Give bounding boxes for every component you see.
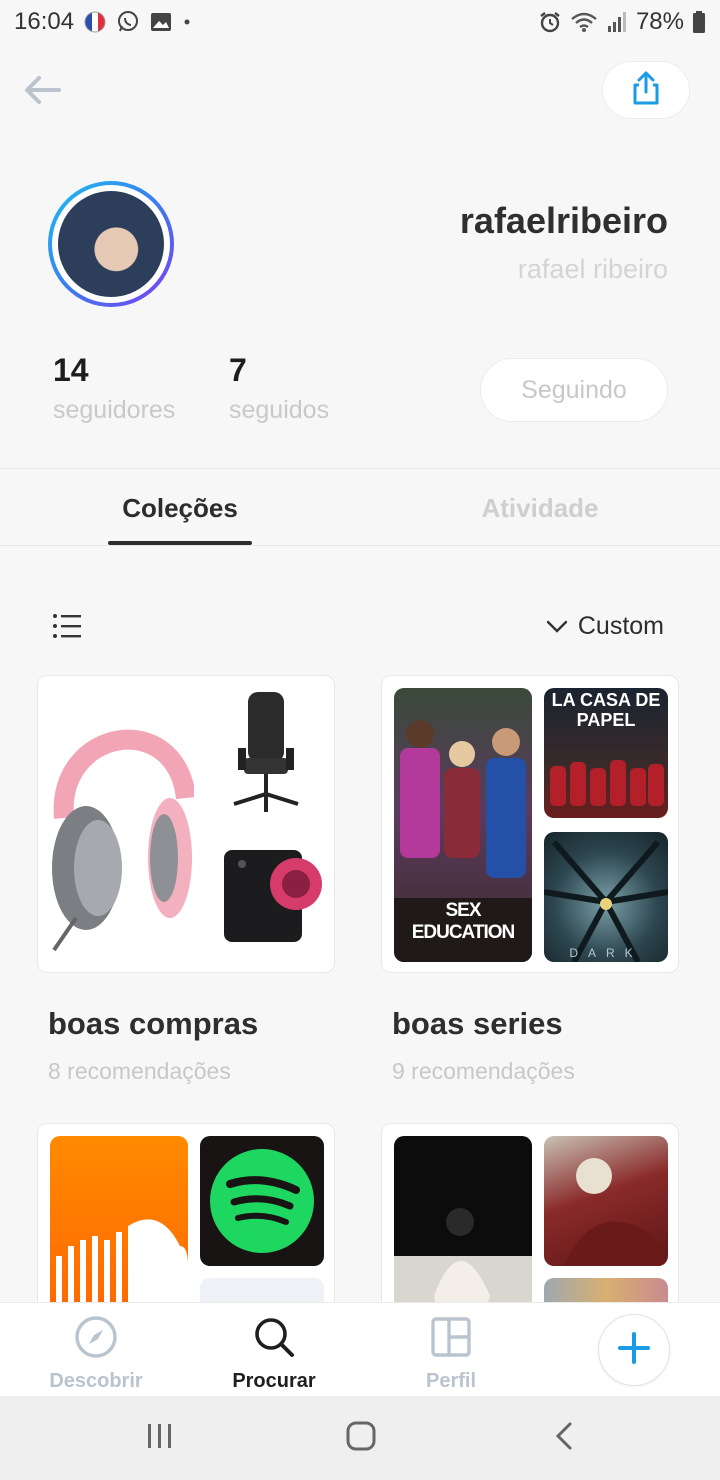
followers-label[interactable]: seguidores xyxy=(53,396,175,425)
sort-dropdown[interactable]: Custom xyxy=(546,606,664,646)
nav-label: Perfil xyxy=(425,1370,477,1392)
collection-card-boas-compras[interactable] xyxy=(37,675,335,973)
collection-title[interactable]: boas compras xyxy=(48,1006,258,1042)
status-right: 78% xyxy=(538,8,706,36)
plus-icon xyxy=(617,1331,651,1370)
layout-icon xyxy=(429,1315,473,1364)
avatar-ring-inner xyxy=(52,185,170,303)
following-label[interactable]: seguidos xyxy=(229,396,329,425)
nav-label: Procurar xyxy=(232,1370,316,1392)
headset-image xyxy=(46,688,194,962)
sex-education-title: SEX EDUCATION xyxy=(411,900,516,943)
system-navigation-bar xyxy=(0,1396,720,1480)
spotify-logo xyxy=(200,1136,324,1266)
status-left: 16:04 xyxy=(14,8,192,36)
chevron-left-icon xyxy=(554,1421,574,1456)
username: rafaelribeiro xyxy=(459,200,668,241)
nav-label: Descobrir xyxy=(49,1370,143,1392)
system-back-button[interactable] xyxy=(534,1416,594,1460)
list-icon[interactable] xyxy=(52,612,82,640)
avatar-photo xyxy=(58,191,164,297)
nav-perfil[interactable]: Perfil xyxy=(381,1303,521,1397)
recent-apps-button[interactable] xyxy=(130,1416,190,1460)
nav-descobrir[interactable]: Descobrir xyxy=(26,1303,166,1397)
battery-icon xyxy=(692,10,706,34)
collection-count: 9 recomendações xyxy=(392,1058,575,1084)
collection-card-boas-series[interactable]: SEX EDUCATION LA CASA DE PAPEL DARK xyxy=(381,675,679,973)
signal-icon xyxy=(606,10,628,34)
gaming-chair-image xyxy=(204,688,328,820)
following-button[interactable]: Seguindo xyxy=(480,358,668,422)
followers-count[interactable]: 14 xyxy=(53,352,89,389)
collection-count: 8 recomendações xyxy=(48,1058,231,1084)
dot-icon xyxy=(182,17,192,27)
nav-procurar[interactable]: Procurar xyxy=(204,1303,344,1397)
arrow-left-icon xyxy=(23,75,61,110)
share-icon xyxy=(630,70,662,111)
french-flag-icon xyxy=(84,11,106,33)
portrait-photo xyxy=(544,1136,668,1266)
gallery-icon xyxy=(150,11,172,33)
recent-apps-icon xyxy=(145,1422,175,1455)
iphone-image xyxy=(204,830,328,962)
status-bar: 16:04 78% xyxy=(0,0,720,44)
dark-poster: DARK xyxy=(544,832,668,962)
battery-percent: 78% xyxy=(635,8,684,35)
sort-label: Custom xyxy=(577,611,664,640)
share-button[interactable] xyxy=(602,61,690,119)
compass-icon xyxy=(74,1315,118,1364)
alarm-icon xyxy=(538,10,562,34)
whatsapp-icon xyxy=(116,10,140,34)
back-button[interactable] xyxy=(20,70,64,114)
home-button[interactable] xyxy=(331,1416,391,1460)
la-casa-de-papel-poster: LA CASA DE PAPEL xyxy=(544,688,668,818)
dark-title: DARK xyxy=(569,946,643,960)
avatar[interactable] xyxy=(48,181,174,307)
tab-atividade[interactable]: Atividade xyxy=(460,469,620,547)
wifi-icon xyxy=(570,10,598,34)
tab-bar: Coleções Atividade xyxy=(0,468,720,546)
search-icon xyxy=(252,1315,296,1364)
chevron-down-icon xyxy=(546,612,568,641)
full-name: rafael ribeiro xyxy=(517,254,668,284)
following-count[interactable]: 7 xyxy=(229,352,247,389)
collection-title[interactable]: boas series xyxy=(392,1006,563,1042)
home-icon xyxy=(345,1420,377,1457)
tab-colecoes[interactable]: Coleções xyxy=(108,469,252,547)
status-time: 16:04 xyxy=(14,8,75,35)
sex-education-poster: SEX EDUCATION xyxy=(394,688,532,962)
add-button[interactable] xyxy=(598,1314,670,1386)
